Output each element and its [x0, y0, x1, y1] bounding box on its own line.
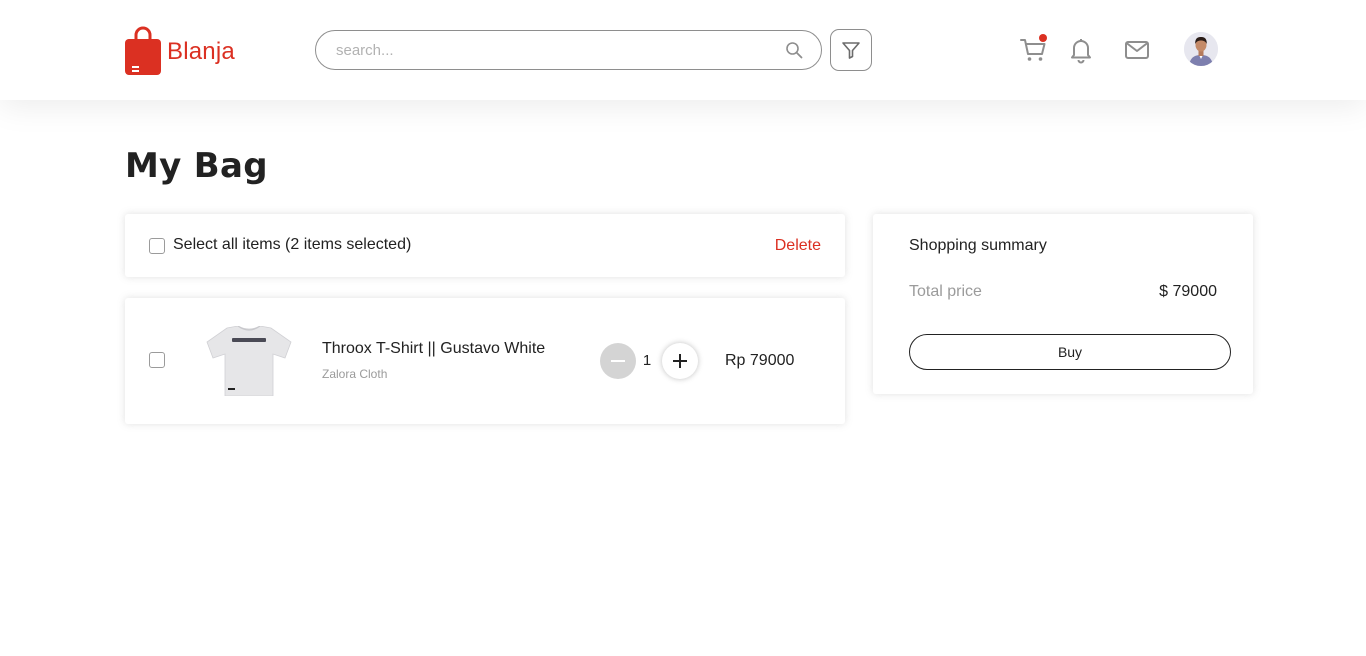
avatar[interactable] — [1184, 32, 1218, 66]
bag-item: Throox T-Shirt || Gustavo White Zalora C… — [125, 298, 845, 424]
total-price-value: $ 79000 — [1159, 283, 1217, 300]
select-all-bar: Select all items (2 items selected) Dele… — [125, 214, 845, 277]
page-title: My Bag — [125, 146, 268, 186]
search-icon[interactable] — [785, 41, 803, 59]
product-name[interactable]: Throox T-Shirt || Gustavo White — [322, 340, 545, 358]
shopping-summary: Shopping summary Total price $ 79000 Buy — [873, 214, 1253, 394]
select-all-checkbox[interactable] — [149, 238, 165, 254]
total-price-label: Total price — [909, 283, 982, 300]
plus-icon — [673, 354, 687, 368]
increase-quantity-button[interactable] — [662, 343, 698, 379]
search-bar — [315, 30, 822, 70]
item-price: Rp 79000 — [725, 352, 795, 369]
product-store: Zalora Cloth — [322, 367, 388, 381]
summary-title: Shopping summary — [909, 237, 1047, 254]
brand-logo[interactable]: Blanja — [125, 25, 235, 75]
select-all-label: Select all items (2 items selected) — [173, 236, 412, 253]
brand-name: Blanja — [167, 38, 235, 65]
shopping-bag-icon — [125, 26, 161, 75]
item-checkbox[interactable] — [149, 352, 165, 368]
top-navbar: Blanja — [0, 0, 1366, 100]
notification-button[interactable] — [1067, 36, 1095, 64]
messages-button[interactable] — [1123, 36, 1151, 64]
delete-button[interactable]: Delete — [775, 237, 821, 255]
filter-button[interactable] — [830, 29, 872, 71]
bell-icon — [1071, 39, 1091, 64]
mail-icon — [1125, 41, 1149, 59]
cart-button[interactable] — [1019, 34, 1047, 64]
buy-button[interactable]: Buy — [909, 334, 1231, 370]
search-input[interactable] — [336, 41, 785, 59]
filter-icon — [842, 42, 860, 59]
t-shirt-image — [205, 326, 293, 396]
minus-icon — [611, 360, 625, 362]
quantity-value: 1 — [642, 352, 652, 369]
user-avatar-icon — [1184, 32, 1218, 66]
cart-notification-dot — [1039, 34, 1047, 42]
decrease-quantity-button[interactable] — [600, 343, 636, 379]
